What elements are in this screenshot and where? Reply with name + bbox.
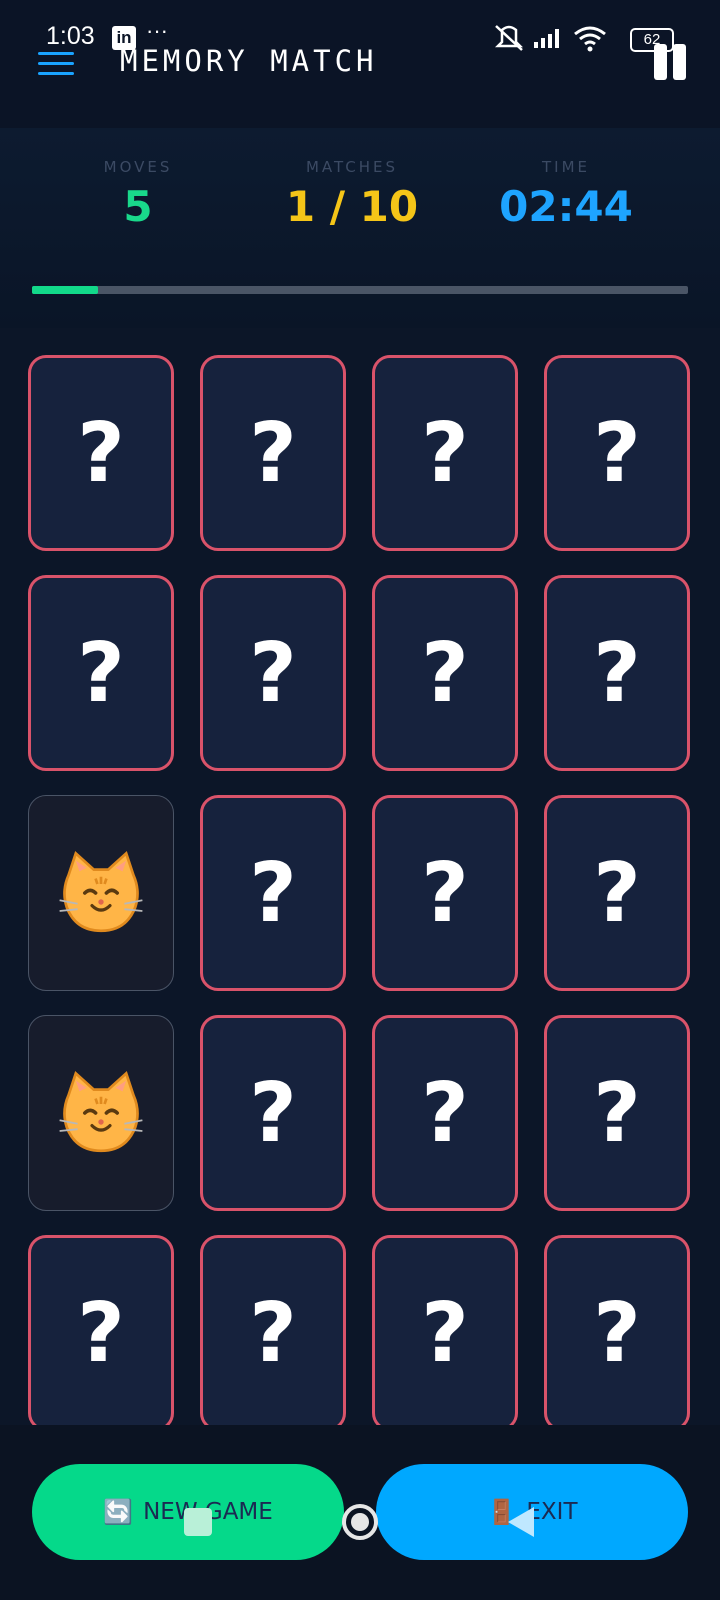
page-title: MEMORY MATCH — [120, 44, 378, 78]
hidden-card[interactable]: ? — [544, 355, 690, 551]
matches-label: MATCHES — [305, 158, 399, 176]
time-value: 02:44 — [499, 182, 633, 231]
bottom-bar: 🔄 NEW GAME 🚪 EXIT — [0, 1425, 720, 1600]
stats-panel: MOVES 5 MATCHES 1 / 10 TIME 02:44 — [0, 128, 720, 328]
status-time: 1:03 — [46, 22, 95, 50]
signal-icon — [534, 29, 559, 48]
hidden-card[interactable]: ? — [544, 1235, 690, 1425]
menu-icon[interactable] — [38, 52, 74, 76]
hidden-card[interactable]: ? — [28, 575, 174, 771]
door-icon: 🚪 — [486, 1498, 517, 1526]
refresh-icon: 🔄 — [103, 1498, 134, 1526]
new-game-label: NEW GAME — [143, 1499, 273, 1525]
hidden-card[interactable]: ? — [28, 1235, 174, 1425]
hidden-card[interactable]: ? — [372, 355, 518, 551]
top-bar: 1:03 in ··· 62 MEMORY MATCH — [0, 0, 720, 128]
hidden-card[interactable]: ? — [372, 575, 518, 771]
time-stat: TIME 02:44 — [466, 158, 666, 231]
hidden-card[interactable]: ? — [544, 1015, 690, 1211]
hidden-card[interactable]: ? — [372, 795, 518, 991]
moves-label: MOVES — [103, 158, 173, 176]
new-game-button[interactable]: 🔄 NEW GAME — [32, 1464, 344, 1560]
moves-stat: MOVES 5 — [38, 158, 238, 231]
hidden-card[interactable]: ? — [200, 355, 346, 551]
cat-face-icon — [59, 851, 143, 933]
hidden-card[interactable]: ? — [28, 355, 174, 551]
progress-bar — [32, 286, 688, 294]
status-dots: ··· — [146, 18, 168, 43]
card-grid: ?????????????????? — [28, 355, 698, 1425]
hidden-card[interactable]: ? — [544, 795, 690, 991]
progress-fill — [32, 286, 98, 294]
revealed-card-cat[interactable] — [28, 1015, 174, 1211]
matches-value: 1 / 10 — [285, 182, 419, 231]
exit-button[interactable]: 🚪 EXIT — [376, 1464, 688, 1560]
time-label: TIME — [541, 158, 590, 176]
hidden-card[interactable]: ? — [200, 795, 346, 991]
wifi-icon — [574, 26, 606, 52]
pause-icon[interactable] — [652, 44, 690, 82]
revealed-card-cat[interactable] — [28, 795, 174, 991]
home-button[interactable] — [342, 1504, 378, 1540]
hidden-card[interactable]: ? — [544, 575, 690, 771]
hidden-card[interactable]: ? — [372, 1015, 518, 1211]
exit-label: EXIT — [526, 1499, 578, 1525]
mute-icon — [494, 25, 524, 51]
hidden-card[interactable]: ? — [200, 1015, 346, 1211]
moves-value: 5 — [123, 182, 153, 231]
hidden-card[interactable]: ? — [200, 1235, 346, 1425]
matches-stat: MATCHES 1 / 10 — [252, 158, 452, 231]
hidden-card[interactable]: ? — [200, 575, 346, 771]
cat-face-icon — [59, 1071, 143, 1153]
hidden-card[interactable]: ? — [372, 1235, 518, 1425]
